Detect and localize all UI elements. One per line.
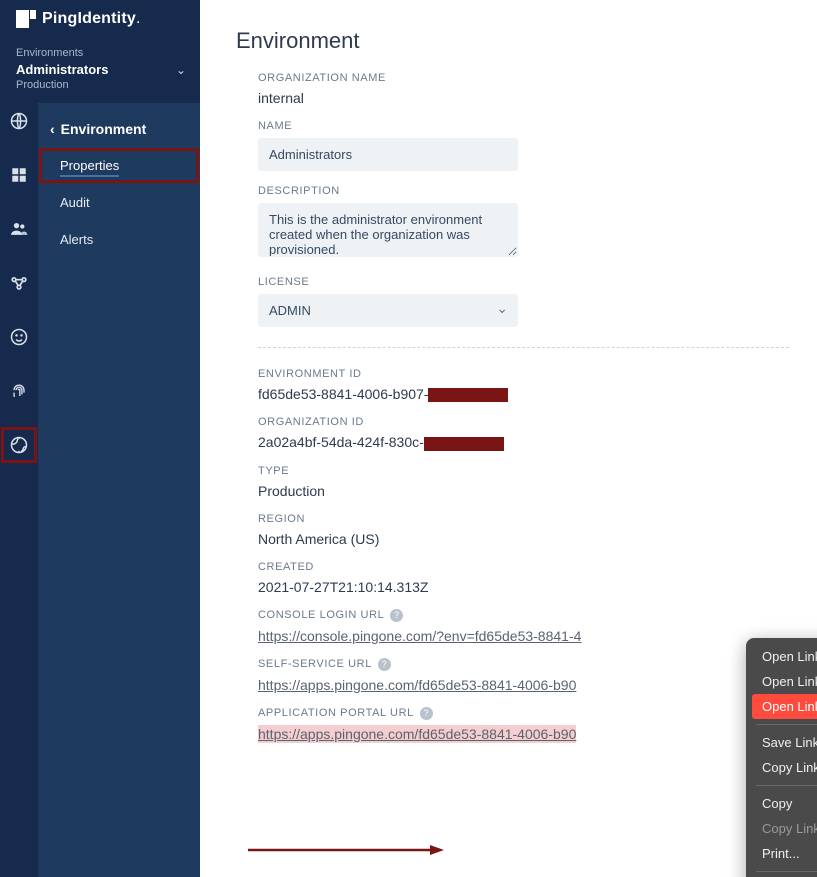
input-name[interactable] <box>258 138 518 171</box>
label-description: DESCRIPTION <box>258 185 789 197</box>
brand-text: PingIdentity. <box>42 10 141 28</box>
chevron-left-icon: ‹ <box>50 121 55 137</box>
select-license[interactable]: ADMIN <box>258 294 518 327</box>
link-self-service-url[interactable]: https://apps.pingone.com/fd65de53-8841-4… <box>258 677 789 693</box>
face-icon[interactable] <box>8 326 30 348</box>
section-title: Environment <box>61 121 147 137</box>
link-app-portal-url[interactable]: https://apps.pingone.com/fd65de53-8841-4… <box>258 725 576 743</box>
users-icon[interactable] <box>8 218 30 240</box>
value-region: North America (US) <box>258 531 789 547</box>
label-env-id: ENVIRONMENT ID <box>258 368 789 380</box>
ctx-print[interactable]: Print... <box>752 841 817 866</box>
label-region: REGION <box>258 513 789 525</box>
context-menu: Open Link in New Tab Open Link in New Wi… <box>746 638 817 877</box>
ctx-open-new-tab[interactable]: Open Link in New Tab <box>752 644 817 669</box>
label-console-url: CONSOLE LOGIN URL ? <box>258 609 789 622</box>
chevron-down-icon: ⌄ <box>176 63 190 77</box>
value-org-name: internal <box>258 90 789 106</box>
redaction <box>424 437 504 451</box>
label-org-id: ORGANIZATION ID <box>258 416 789 428</box>
value-env-id: fd65de53-8841-4006-b907- <box>258 386 789 402</box>
help-icon[interactable]: ? <box>390 609 403 622</box>
grid-icon[interactable] <box>8 164 30 186</box>
value-org-id: 2a02a4bf-54da-424f-830c- <box>258 434 789 450</box>
env-selector-name: Administrators <box>16 61 108 79</box>
section-header[interactable]: ‹ Environment <box>38 103 200 147</box>
icon-rail <box>0 0 38 877</box>
ctx-separator <box>756 785 817 786</box>
integrations-icon[interactable] <box>8 272 30 294</box>
nav-item-alerts[interactable]: Alerts <box>38 221 200 258</box>
main-content: Environment ORGANIZATION NAME internal N… <box>200 0 817 877</box>
label-name: NAME <box>258 120 789 132</box>
ctx-copy[interactable]: Copy <box>752 791 817 816</box>
ctx-open-new-window[interactable]: Open Link in New Window <box>752 669 817 694</box>
brand-bar: PingIdentity. <box>0 0 200 42</box>
nav-item-properties[interactable]: Properties <box>38 147 200 184</box>
link-console-url[interactable]: https://console.pingone.com/?env=fd65de5… <box>258 628 789 644</box>
ctx-open-incognito[interactable]: Open Link in Incognito Window <box>752 694 817 719</box>
globe-icon[interactable] <box>8 110 30 132</box>
sidebar: PingIdentity. Environments Administrator… <box>38 0 200 877</box>
ctx-save-link-as[interactable]: Save Link As... <box>752 730 817 755</box>
arrow-annotation <box>248 844 444 856</box>
divider <box>258 347 789 348</box>
ctx-separator <box>756 871 817 872</box>
ctx-copy-link-address[interactable]: Copy Link Address <box>752 755 817 780</box>
brand-logo: PingIdentity. <box>10 10 190 28</box>
ctx-copy-link-highlight: Copy Link to Highlight <box>752 816 817 841</box>
label-license: LICENSE <box>258 276 789 288</box>
env-selector-label: Environments <box>16 46 108 61</box>
label-type: TYPE <box>258 465 789 477</box>
world-settings-icon[interactable] <box>8 434 30 456</box>
label-org-name: ORGANIZATION NAME <box>258 72 789 84</box>
textarea-description[interactable] <box>258 203 518 257</box>
ctx-separator <box>756 724 817 725</box>
value-created: 2021-07-27T21:10:14.313Z <box>258 579 789 595</box>
fingerprint-icon[interactable] <box>8 380 30 402</box>
page-title: Environment <box>236 28 789 54</box>
env-selector-type: Production <box>16 78 108 93</box>
label-app-portal-url: APPLICATION PORTAL URL ? <box>258 707 789 720</box>
environment-selector[interactable]: Environments Administrators Production ⌄ <box>0 42 200 103</box>
value-type: Production <box>258 483 789 499</box>
label-self-service-url: SELF-SERVICE URL ? <box>258 658 789 671</box>
form-section: ORGANIZATION NAME internal NAME DESCRIPT… <box>236 72 789 744</box>
help-icon[interactable]: ? <box>378 658 391 671</box>
nav-item-audit[interactable]: Audit <box>38 184 200 221</box>
help-icon[interactable]: ? <box>420 707 433 720</box>
redaction <box>428 388 508 402</box>
label-created: CREATED <box>258 561 789 573</box>
